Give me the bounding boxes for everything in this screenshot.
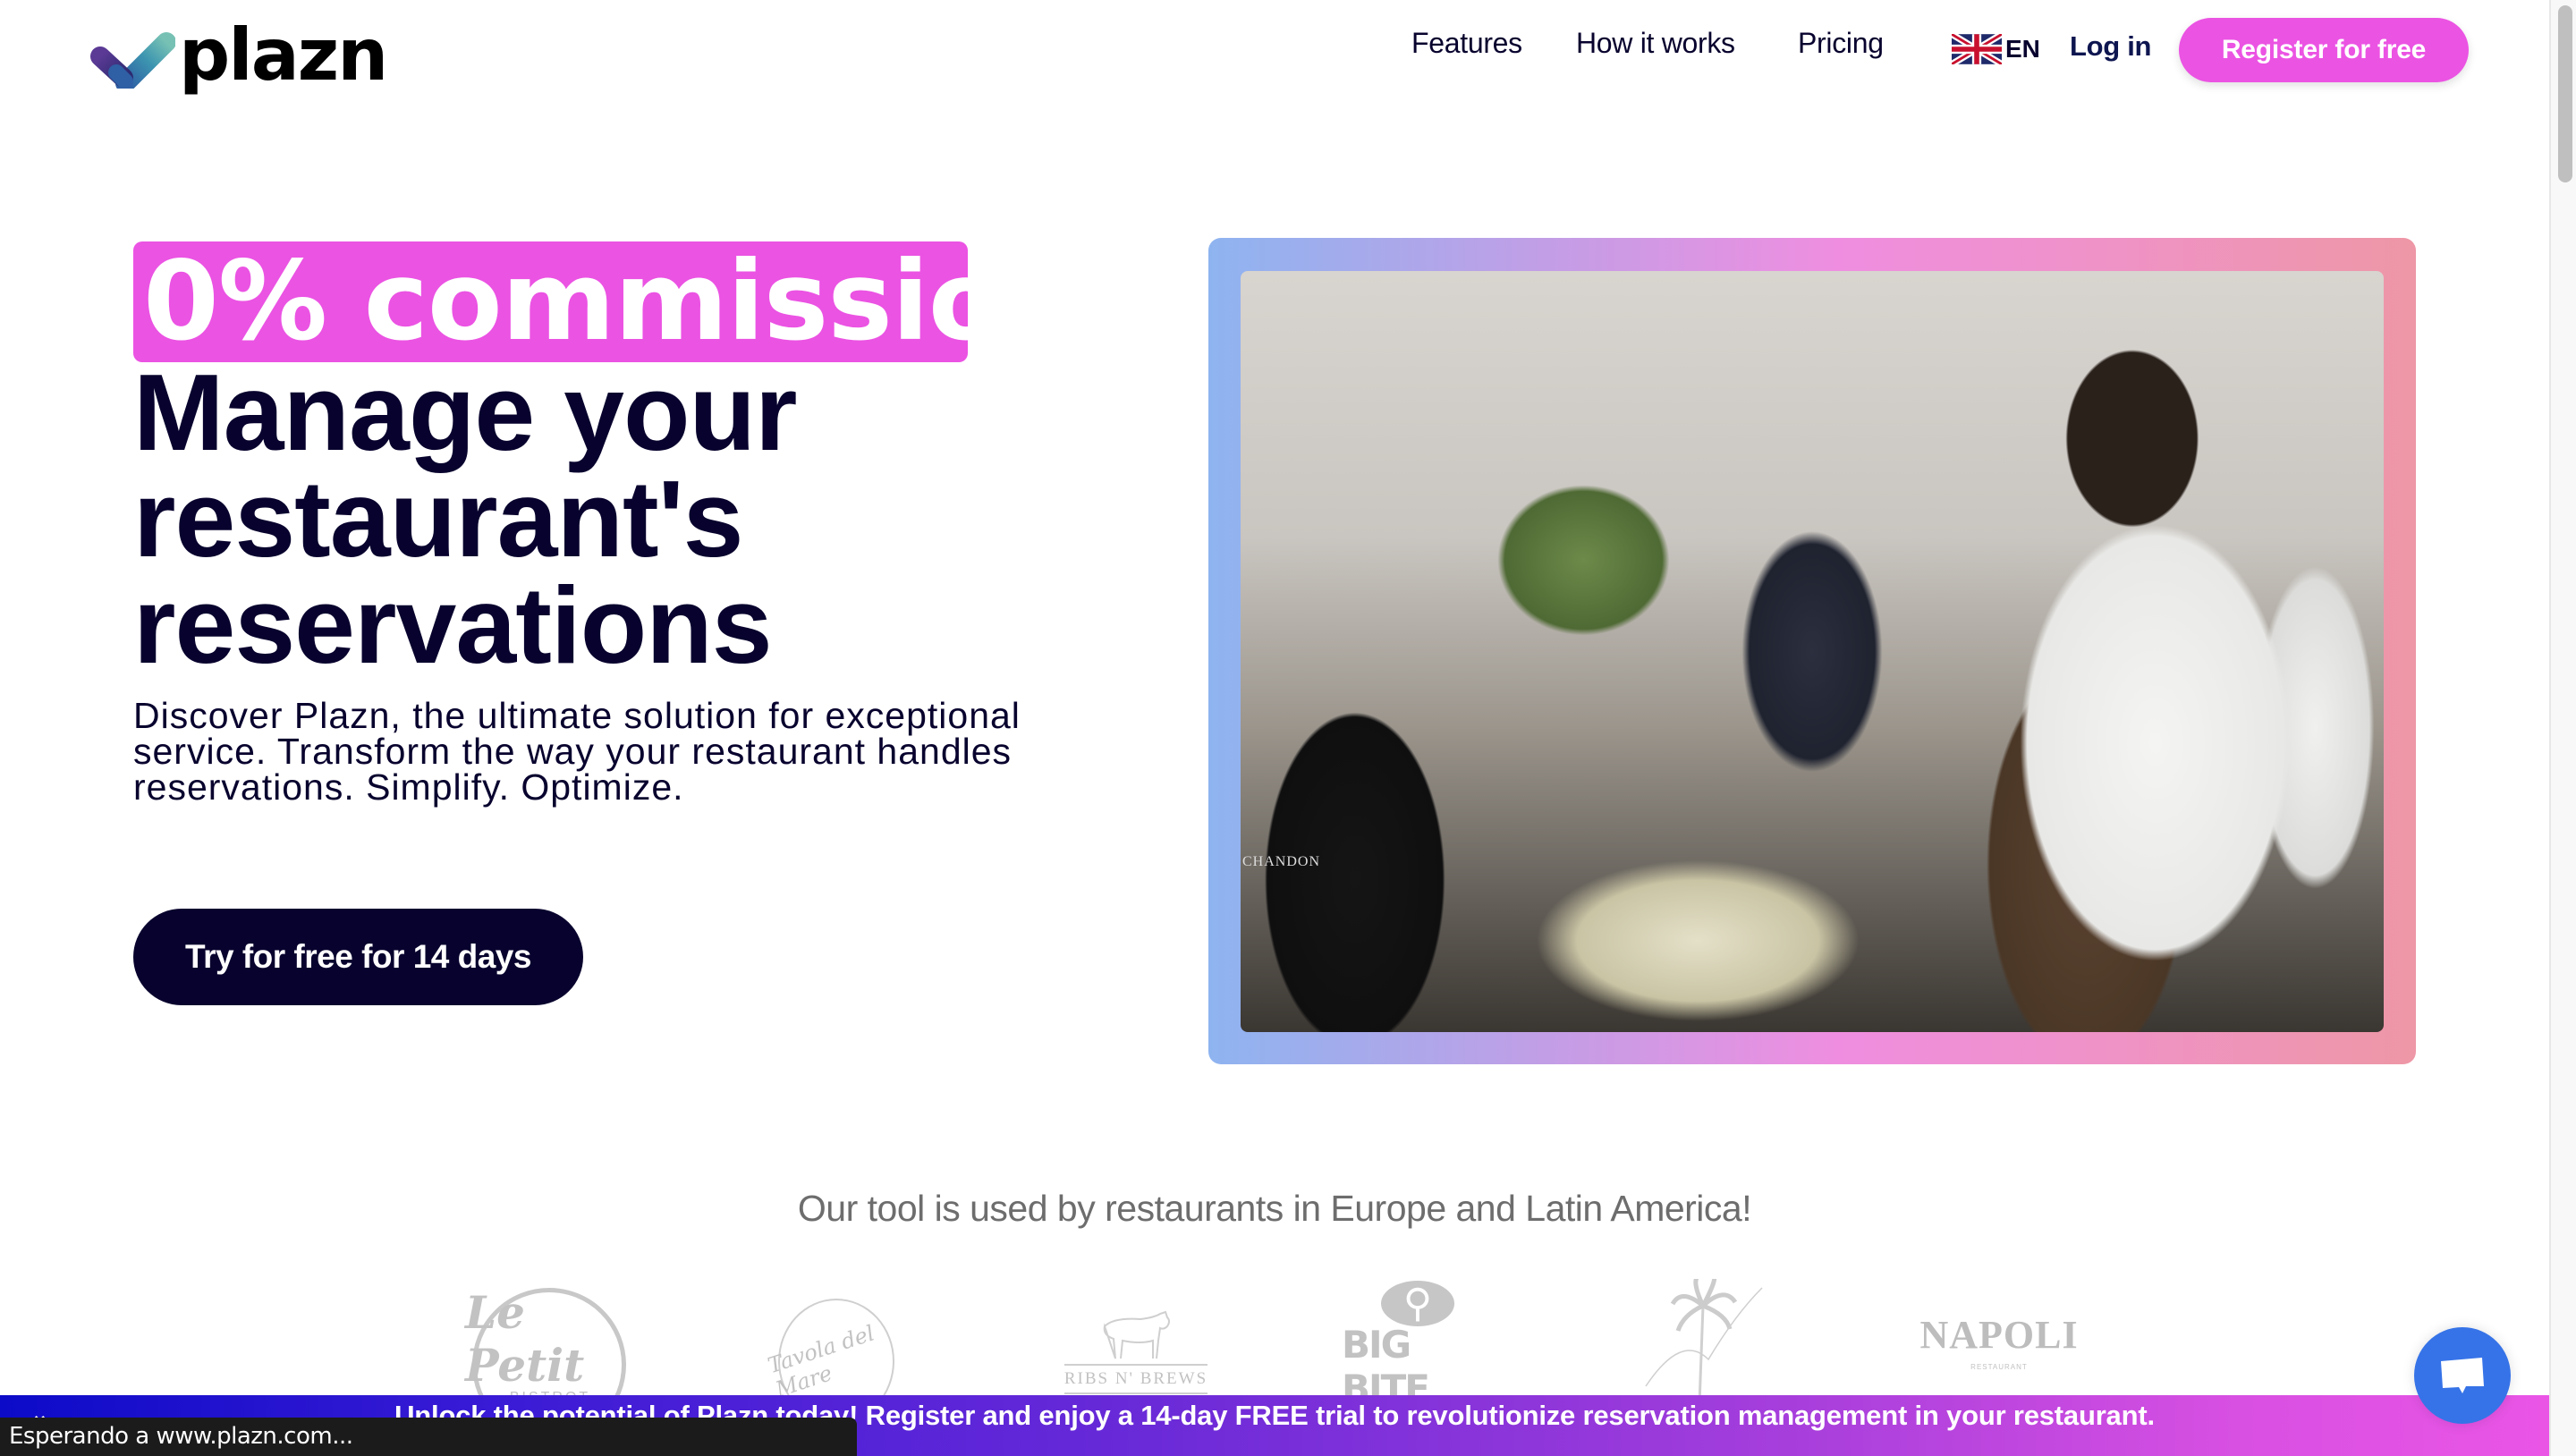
brand-name: plazn	[179, 13, 388, 97]
browser-status-bar: Esperando a www.plazn.com...	[0, 1418, 857, 1456]
social-proof-tagline: Our tool is used by restaurants in Europ…	[797, 1188, 1752, 1229]
client-logo-name: Le Petit	[465, 1286, 585, 1392]
checkmark-logo-icon	[90, 32, 175, 89]
palm-tree-icon	[1645, 1279, 1763, 1404]
language-code: EN	[2005, 35, 2040, 63]
nav-how-it-works[interactable]: How it works	[1576, 27, 1735, 60]
login-link[interactable]: Log in	[2070, 30, 2151, 63]
client-logo-le-petit: Le Petit BISTROT	[465, 1279, 635, 1442]
client-logos: Le Petit BISTROT Tavola del Mare RIBS N'…	[0, 1279, 2549, 1442]
photo-box-label: CHANDON	[1242, 854, 1320, 869]
fork-knife-icon: ⚲	[1381, 1280, 1454, 1326]
client-logo-tavola-del-mare: Tavola del Mare	[765, 1279, 903, 1424]
chat-bubble-icon	[2441, 1358, 2484, 1393]
nav-pricing[interactable]: Pricing	[1798, 27, 1884, 60]
client-logo-name: RIBS N' BREWS	[1063, 1364, 1208, 1394]
uk-flag-icon	[1952, 34, 2002, 64]
cow-icon	[1103, 1310, 1170, 1359]
client-logo-sub: RESTAURANT	[1970, 1363, 2028, 1371]
chat-widget-button[interactable]	[2414, 1327, 2511, 1424]
hero-photo: CHANDON	[1241, 271, 2384, 1032]
page-scrollbar[interactable]	[2549, 0, 2576, 1456]
client-logo-napoli: NAPOLI RESTAURANT	[1919, 1279, 2077, 1404]
client-logo-ribs-n-brews: RIBS N' BREWS	[1055, 1279, 1216, 1404]
headline-line-2: restaurant's	[133, 458, 744, 580]
client-logo-big-bite: ⚲ BIG BITE	[1342, 1279, 1494, 1410]
hero-headline: Manage your restaurant's reservations	[133, 351, 1117, 686]
hero-description: Discover Plazn, the ultimate solution fo…	[133, 695, 1021, 808]
scrollbar-thumb[interactable]	[2558, 5, 2572, 182]
nav-features[interactable]: Features	[1411, 27, 1522, 60]
register-button[interactable]: Register for free	[2179, 18, 2469, 82]
client-logo-name: NAPOLI	[1919, 1313, 2079, 1357]
commission-highlight: 0% commission	[143, 238, 1080, 365]
free-trial-button[interactable]: Try for free for 14 days	[133, 909, 583, 1005]
headline-line-3: reservations	[133, 564, 773, 686]
language-selector[interactable]: EN	[1952, 34, 2040, 64]
headline-line-1: Manage your	[133, 351, 798, 473]
plazn-logo[interactable]: plazn	[89, 13, 388, 97]
client-logo-tropical	[1628, 1279, 1780, 1404]
